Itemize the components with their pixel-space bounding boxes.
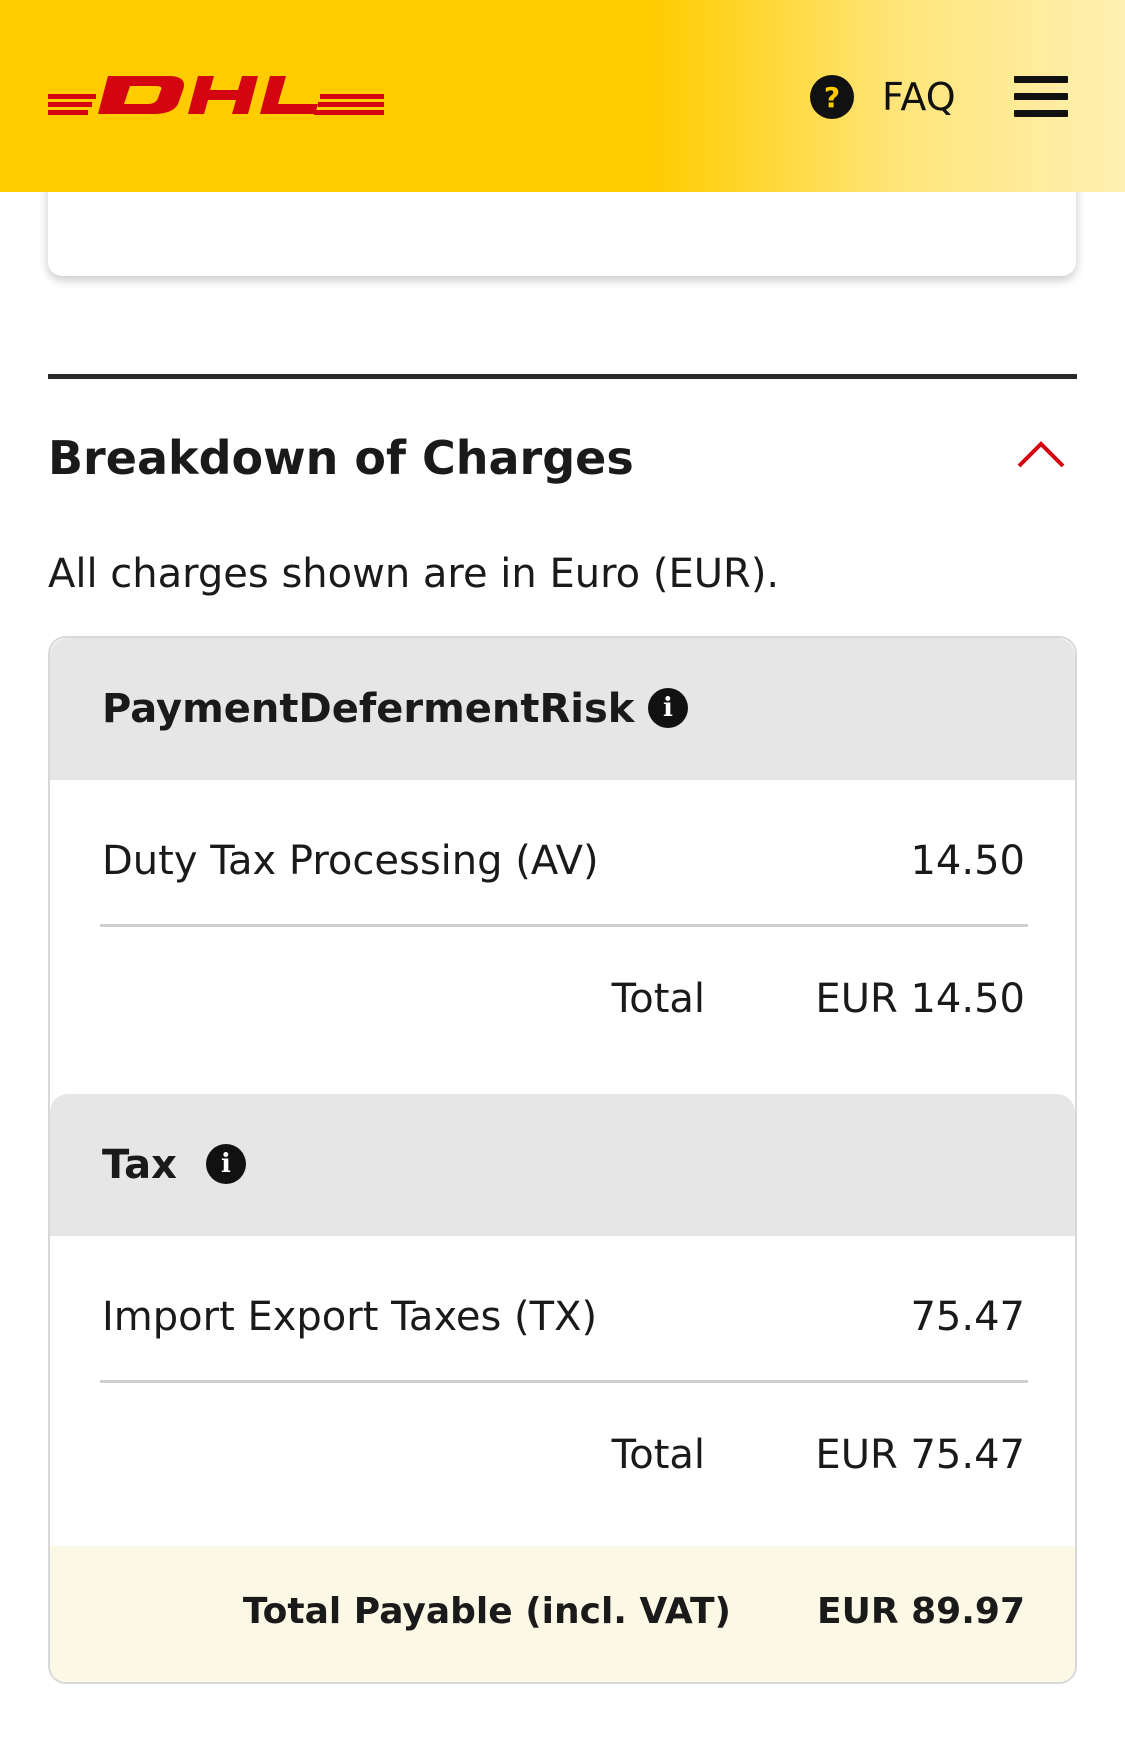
group-header-tax: Tax i bbox=[50, 1094, 1075, 1236]
charge-item-value: 14.50 bbox=[910, 838, 1025, 884]
chevron-up-icon[interactable] bbox=[1015, 436, 1067, 472]
group-total-label: Total bbox=[611, 1432, 705, 1478]
currency-note: All charges shown are in Euro (EUR). bbox=[48, 551, 780, 597]
info-icon[interactable]: i bbox=[648, 688, 688, 728]
charges-breakdown: PaymentDefermentRisk i Duty Tax Processi… bbox=[48, 636, 1077, 1684]
total-payable-value: EUR 89.97 bbox=[817, 1591, 1025, 1632]
section-divider bbox=[48, 374, 1077, 379]
group-title: PaymentDefermentRisk bbox=[102, 686, 635, 732]
faq-link[interactable]: FAQ bbox=[882, 74, 956, 120]
group-total-label: Total bbox=[611, 976, 705, 1022]
section-title: Breakdown of Charges bbox=[48, 431, 634, 485]
app-header: ? FAQ bbox=[0, 0, 1125, 192]
info-icon[interactable]: i bbox=[206, 1144, 246, 1184]
total-payable-label: Total Payable (incl. VAT) bbox=[242, 1591, 731, 1632]
charge-item-label: Duty Tax Processing (AV) bbox=[102, 838, 599, 884]
group-header-payment-deferment-risk: PaymentDefermentRisk i bbox=[50, 638, 1075, 780]
charge-item-value: 75.47 bbox=[910, 1294, 1025, 1340]
group-title: Tax bbox=[102, 1142, 177, 1188]
question-circle-icon[interactable]: ? bbox=[810, 75, 854, 119]
row-divider bbox=[100, 924, 1028, 927]
dhl-logo[interactable] bbox=[48, 66, 384, 126]
row-divider bbox=[100, 1380, 1028, 1383]
group-total-value: EUR 75.47 bbox=[815, 1432, 1025, 1478]
charge-item-label: Import Export Taxes (TX) bbox=[102, 1294, 598, 1340]
total-payable-row: Total Payable (incl. VAT) EUR 89.97 bbox=[50, 1546, 1075, 1682]
group-total-value: EUR 14.50 bbox=[815, 976, 1025, 1022]
hamburger-menu-icon[interactable] bbox=[1014, 76, 1068, 118]
